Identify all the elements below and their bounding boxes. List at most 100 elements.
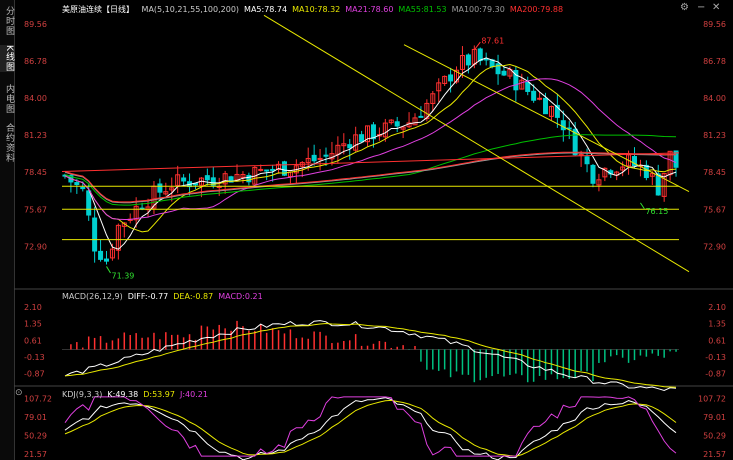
candle-body <box>531 90 537 101</box>
sidebar: 分时图 K线图内电图合约资料 <box>0 0 15 460</box>
kdj-settings-icon[interactable]: ⊙ <box>15 388 23 398</box>
candle-body <box>359 134 365 143</box>
candle-body <box>80 186 86 190</box>
main-tick-right-3: 81.23 <box>703 131 726 140</box>
candle-body <box>86 190 92 216</box>
kdj-legend-item-3: J:40.21 <box>179 390 208 399</box>
candle-body <box>590 164 596 184</box>
high-label: 87.61 <box>481 37 504 46</box>
main-tick-left-0: 89.56 <box>24 20 47 29</box>
macd-legend-item-3: MACD:0.21 <box>218 292 263 301</box>
candle-body <box>370 124 376 140</box>
candle-body <box>258 168 264 171</box>
main-tick-right-5: 75.67 <box>703 205 726 214</box>
settings-gear-icon[interactable]: ⚙ <box>680 2 689 13</box>
macd-legend-item-1: DIFF:-0.77 <box>127 292 169 301</box>
kdj-k-line <box>64 397 677 460</box>
main-legend: 美原油连续【日线】 MA(5,10,21,55,100,200) MA5:78.7… <box>62 4 573 15</box>
kdj-j-line <box>64 396 677 457</box>
candle-body <box>246 174 252 183</box>
kdj-tick-right-2: 50.29 <box>703 431 726 440</box>
ma-line-100 <box>64 152 677 204</box>
kdj-tick-right-0: 107.72 <box>698 394 726 403</box>
macd-tick-right-0: 2.10 <box>708 303 726 312</box>
main-tick-left-5: 75.67 <box>24 205 47 214</box>
candle-body <box>323 154 329 157</box>
candle-body <box>655 173 661 196</box>
macd-tick-left-0: 2.10 <box>24 303 42 312</box>
channel-line-lower <box>403 44 690 192</box>
recent-low-marker <box>640 202 645 210</box>
candle-body <box>418 115 424 118</box>
macd-tick-right-1: 1.35 <box>708 320 726 329</box>
period-label[interactable]: 【日线】 <box>102 5 134 14</box>
macd-tick-left-2: 0.61 <box>24 336 42 345</box>
instrument-title: 美原油连续 <box>62 5 102 14</box>
sidebar-tab-0[interactable]: 分时图 <box>0 6 14 36</box>
ma-legend-item-0: MA(5,10,21,55,100,200) <box>141 5 240 14</box>
candle-body <box>157 183 163 193</box>
candle-body <box>98 250 104 260</box>
candle-body <box>537 97 543 100</box>
candle-body <box>311 154 317 162</box>
candle-body <box>501 70 507 76</box>
candle-body <box>584 156 590 165</box>
ma-legend-item-2: MA10:78.32 <box>292 5 341 14</box>
kdj-tick-left-2: 50.29 <box>24 431 47 440</box>
kdj-legend: KDJ(9,3,3) K:49.38 D:53.97 J:40.21 <box>62 390 218 399</box>
kdj-tick-left-3: 21.57 <box>24 450 47 459</box>
macd-tick-left-1: 1.35 <box>24 320 42 329</box>
main-tick-left-2: 84.00 <box>24 94 47 103</box>
macd-diff-line <box>64 320 677 392</box>
main-tick-right-0: 89.56 <box>703 20 726 29</box>
macd-legend-item-2: DEA:-0.87 <box>173 292 214 301</box>
close-icon[interactable]: ✕ <box>712 2 720 13</box>
candle-body <box>347 144 353 149</box>
candle-body <box>448 74 454 82</box>
kdj-tick-left-0: 107.72 <box>24 394 52 403</box>
recent-low-label: 76.15 <box>645 207 668 216</box>
candle-body <box>103 258 109 262</box>
kdj-legend-item-2: D:53.97 <box>143 390 175 399</box>
kdj-legend-item-0: KDJ(9,3,3) <box>62 390 103 399</box>
macd-tick-right-3: -0.13 <box>705 353 726 362</box>
ma-line-10 <box>64 63 677 233</box>
candle-body <box>264 169 270 172</box>
main-tick-left-4: 78.45 <box>24 168 47 177</box>
main-tick-left-3: 81.23 <box>24 131 47 140</box>
minimize-icon[interactable]: − <box>697 2 705 13</box>
macd-legend: MACD(26,12,9) DIFF:-0.77 DEA:-0.87 MACD:0.2… <box>62 292 273 301</box>
candle-body <box>204 175 210 181</box>
candle-body <box>477 48 483 62</box>
main-tick-right-6: 72.90 <box>703 242 726 251</box>
main-tick-right-4: 78.45 <box>703 168 726 177</box>
candle-body <box>92 217 98 252</box>
candle-body <box>525 82 531 92</box>
ma-legend-item-6: MA200:79.88 <box>509 5 564 14</box>
ma-legend-item-1: MA5:78.74 <box>244 5 288 14</box>
sidebar-tab-3[interactable]: 合约资料 <box>0 123 14 163</box>
kdj-legend-item-1: K:49.38 <box>107 390 139 399</box>
sidebar-tab-1[interactable]: K线图 <box>0 45 14 72</box>
macd-dea-line <box>64 322 677 388</box>
main-tick-left-1: 86.78 <box>24 57 47 66</box>
ma-legend-item-5: MA100:79.30 <box>451 5 505 14</box>
kdj-tick-right-3: 21.57 <box>703 450 726 459</box>
main-tick-right-1: 86.78 <box>703 57 726 66</box>
low-label: 71.39 <box>111 271 134 280</box>
low-marker <box>106 266 111 274</box>
kdj-d-line <box>64 399 677 457</box>
candle-body <box>394 121 400 127</box>
macd-legend-item-0: MACD(26,12,9) <box>62 292 123 301</box>
macd-tick-right-4: -0.87 <box>705 369 726 378</box>
main-tick-left-6: 72.90 <box>24 242 47 251</box>
kdj-tick-right-1: 79.01 <box>703 413 726 422</box>
macd-tick-right-2: 0.61 <box>708 336 726 345</box>
candle-body <box>74 182 80 186</box>
candle-body <box>465 54 471 66</box>
candle-body <box>560 120 566 131</box>
candle-body <box>317 157 323 160</box>
sidebar-tab-2[interactable]: 内电图 <box>0 84 14 114</box>
candle-body <box>543 97 549 115</box>
macd-tick-left-4: -0.87 <box>24 369 45 378</box>
